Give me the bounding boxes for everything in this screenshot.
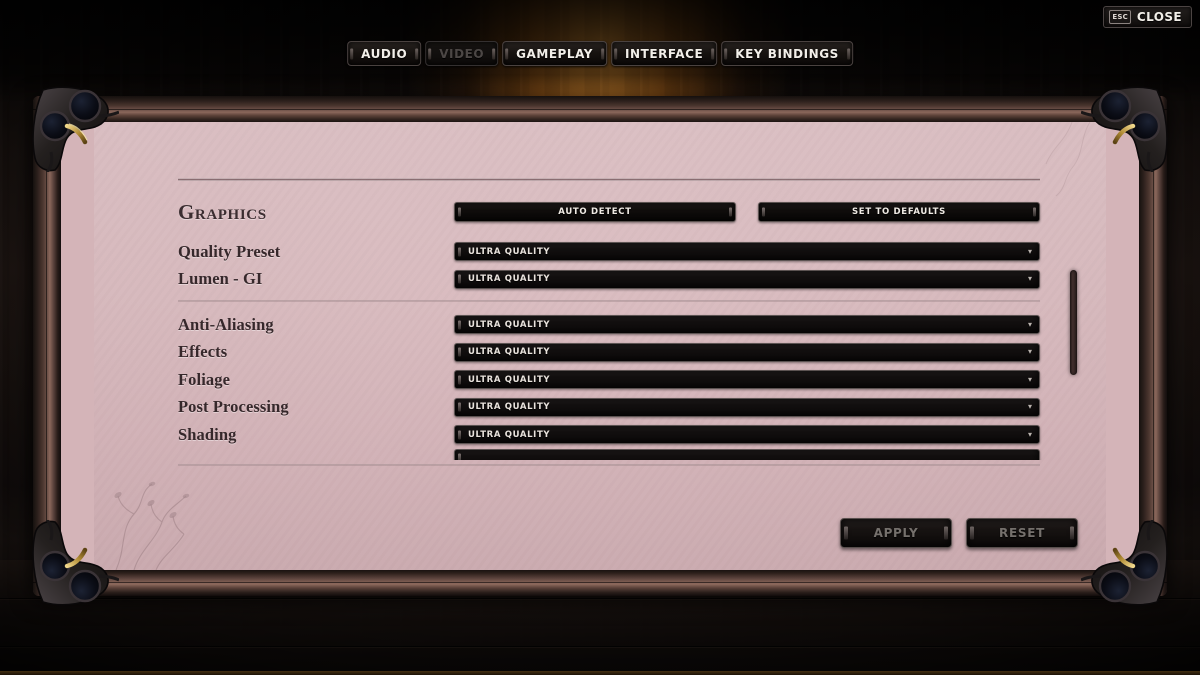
section-title: Graphics xyxy=(178,199,267,224)
quality-preset-dropdown[interactable]: ULTRA QUALITY ▾ xyxy=(454,242,1040,262)
tab-audio-label: AUDIO xyxy=(361,46,408,61)
tab-video[interactable]: VIDEO xyxy=(425,41,499,66)
frame-seam-bottom xyxy=(33,582,1167,583)
post-processing-dropdown[interactable]: ULTRA QUALITY ▾ xyxy=(454,397,1040,417)
section-header-buttons: AUTO DETECT SET TO DEFAULTS xyxy=(454,202,1040,222)
frame-bar-left xyxy=(33,96,61,596)
frame-seam-right xyxy=(1153,96,1154,596)
setting-control: ULTRA QUALITY ▾ xyxy=(454,315,1040,335)
close-button[interactable]: ESC CLOSE xyxy=(1103,6,1192,28)
scrollbar-thumb[interactable] xyxy=(1070,270,1077,375)
setting-label: Lumen - GI xyxy=(178,269,263,289)
tab-key-bindings-label: KEY BINDINGS xyxy=(735,46,839,61)
setting-control-clipped xyxy=(454,448,1040,460)
settings-group-2: Anti-Aliasing ULTRA QUALITY ▾ Effects UL… xyxy=(178,311,1078,460)
shading-dropdown[interactable]: ULTRA QUALITY ▾ xyxy=(454,425,1040,445)
setting-label: Post Processing xyxy=(178,397,289,417)
background-bottom-edge xyxy=(0,671,1200,675)
close-button-label: CLOSE xyxy=(1136,10,1182,24)
game-settings-screen: AUDIO VIDEO GAMEPLAY INTERFACE KEY BINDI… xyxy=(0,0,1200,675)
setting-row-foliage: Foliage ULTRA QUALITY ▾ xyxy=(178,366,1078,394)
auto-detect-label: AUTO DETECT xyxy=(558,207,632,217)
setting-label: Anti-Aliasing xyxy=(178,314,274,334)
clipped-dropdown[interactable] xyxy=(454,448,1040,460)
auto-detect-button[interactable]: AUTO DETECT xyxy=(454,202,736,222)
reset-button-label: RESET xyxy=(999,526,1045,540)
setting-label: Foliage xyxy=(178,369,231,389)
vine-decoration-bottom-left xyxy=(104,478,254,570)
section-top-divider xyxy=(178,178,1040,181)
set-to-defaults-label: SET TO DEFAULTS xyxy=(851,207,946,217)
chevron-down-icon: ▾ xyxy=(1027,319,1032,329)
settings-bottom-divider xyxy=(178,463,1040,466)
setting-row-post-processing: Post Processing ULTRA QUALITY ▾ xyxy=(178,394,1078,422)
panel-footer: APPLY RESET xyxy=(840,518,1078,548)
settings-group-divider xyxy=(178,300,1040,302)
chevron-down-icon: ▾ xyxy=(1027,402,1032,412)
tab-gameplay-label: GAMEPLAY xyxy=(516,46,594,61)
setting-row-effects: Effects ULTRA QUALITY ▾ xyxy=(178,339,1078,367)
settings-group-1: Quality Preset ULTRA QUALITY ▾ Lumen - G… xyxy=(178,238,1078,293)
setting-row-lumen-gi: Lumen - GI ULTRA QUALITY ▾ xyxy=(178,266,1078,294)
setting-row-shading: Shading ULTRA QUALITY ▾ xyxy=(178,421,1078,449)
setting-row-clipped xyxy=(178,448,1078,460)
chevron-down-icon: ▾ xyxy=(1027,347,1032,357)
vine-icon xyxy=(114,481,190,570)
chevron-down-icon: ▾ xyxy=(1027,274,1032,284)
settings-content: Graphics AUTO DETECT SET TO DEFAULTS Qua… xyxy=(178,178,1078,466)
setting-control: ULTRA QUALITY ▾ xyxy=(454,342,1040,362)
settings-tab-bar: AUDIO VIDEO GAMEPLAY INTERFACE KEY BINDI… xyxy=(347,41,853,66)
esc-key-icon: ESC xyxy=(1109,10,1131,24)
apply-button[interactable]: APPLY xyxy=(840,518,952,548)
foliage-value: ULTRA QUALITY xyxy=(468,374,551,385)
tab-gameplay[interactable]: GAMEPLAY xyxy=(502,41,608,66)
anti-aliasing-value: ULTRA QUALITY xyxy=(468,319,551,330)
setting-control: ULTRA QUALITY ▾ xyxy=(454,425,1040,445)
setting-control: ULTRA QUALITY ▾ xyxy=(454,370,1040,390)
settings-scrollbar[interactable] xyxy=(1069,270,1078,470)
lumen-gi-value: ULTRA QUALITY xyxy=(468,274,551,285)
effects-value: ULTRA QUALITY xyxy=(468,347,551,358)
reset-button[interactable]: RESET xyxy=(966,518,1078,548)
setting-row-quality-preset: Quality Preset ULTRA QUALITY ▾ xyxy=(178,238,1078,266)
setting-control: ULTRA QUALITY ▾ xyxy=(454,397,1040,417)
setting-row-anti-aliasing: Anti-Aliasing ULTRA QUALITY ▾ xyxy=(178,311,1078,339)
chevron-down-icon: ▾ xyxy=(1027,374,1032,384)
set-to-defaults-button[interactable]: SET TO DEFAULTS xyxy=(758,202,1040,222)
tab-audio[interactable]: AUDIO xyxy=(347,41,422,66)
tab-interface-label: INTERFACE xyxy=(625,46,704,61)
tab-interface[interactable]: INTERFACE xyxy=(611,41,718,66)
effects-dropdown[interactable]: ULTRA QUALITY ▾ xyxy=(454,342,1040,362)
settings-panel: Graphics AUTO DETECT SET TO DEFAULTS Qua… xyxy=(94,122,1106,570)
settings-frame: Graphics AUTO DETECT SET TO DEFAULTS Qua… xyxy=(32,86,1168,606)
tab-video-label: VIDEO xyxy=(439,46,485,61)
setting-control: ULTRA QUALITY ▾ xyxy=(454,269,1040,289)
post-processing-value: ULTRA QUALITY xyxy=(468,402,551,413)
apply-button-label: APPLY xyxy=(873,526,919,540)
setting-label: Shading xyxy=(178,424,237,444)
foliage-dropdown[interactable]: ULTRA QUALITY ▾ xyxy=(454,370,1040,390)
section-header: Graphics AUTO DETECT SET TO DEFAULTS xyxy=(178,192,1078,232)
quality-preset-value: ULTRA QUALITY xyxy=(468,246,551,257)
chevron-down-icon: ▾ xyxy=(1027,246,1032,256)
anti-aliasing-dropdown[interactable]: ULTRA QUALITY ▾ xyxy=(454,315,1040,335)
frame-seam-top xyxy=(33,109,1167,110)
lumen-gi-dropdown[interactable]: ULTRA QUALITY ▾ xyxy=(454,269,1040,289)
setting-control: ULTRA QUALITY ▾ xyxy=(454,242,1040,262)
frame-seam-left xyxy=(46,96,47,596)
chevron-down-icon: ▾ xyxy=(1027,429,1032,439)
setting-label: Effects xyxy=(178,342,228,362)
setting-label: Quality Preset xyxy=(178,241,281,261)
tab-key-bindings[interactable]: KEY BINDINGS xyxy=(721,41,853,66)
shading-value: ULTRA QUALITY xyxy=(468,429,551,440)
